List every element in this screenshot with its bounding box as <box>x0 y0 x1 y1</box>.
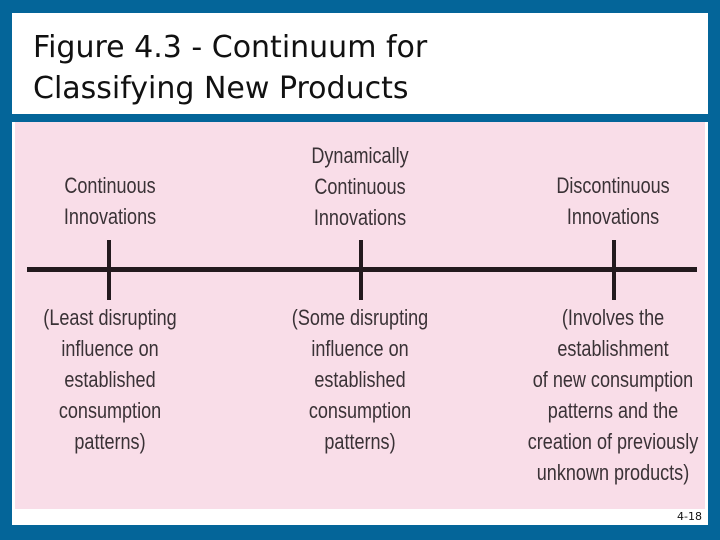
continuum-diagram: Continuous Innovations Dynamically Conti… <box>15 122 705 509</box>
category-description-dynamically-continuous: (Some disrupting influence on establishe… <box>291 305 429 454</box>
category-description-continuous: (Least disrupting influence on establish… <box>43 305 177 454</box>
slide-number: 4-18 <box>677 510 702 523</box>
slide-frame: Figure 4.3 - Continuum for Classifying N… <box>12 13 708 525</box>
title-divider <box>12 114 708 122</box>
tick-continuous <box>107 240 111 300</box>
category-description-discontinuous: (Involves the establishment of new consu… <box>527 305 699 485</box>
category-name-dynamically-continuous: Dynamically Continuous Innovations <box>311 143 409 230</box>
category-name-discontinuous: Discontinuous Innovations <box>556 173 670 229</box>
tick-discontinuous <box>612 240 616 300</box>
tick-dynamically-continuous <box>359 240 363 300</box>
slide-title: Figure 4.3 - Continuum for Classifying N… <box>33 30 428 106</box>
category-name-continuous: Continuous Innovations <box>63 173 157 229</box>
